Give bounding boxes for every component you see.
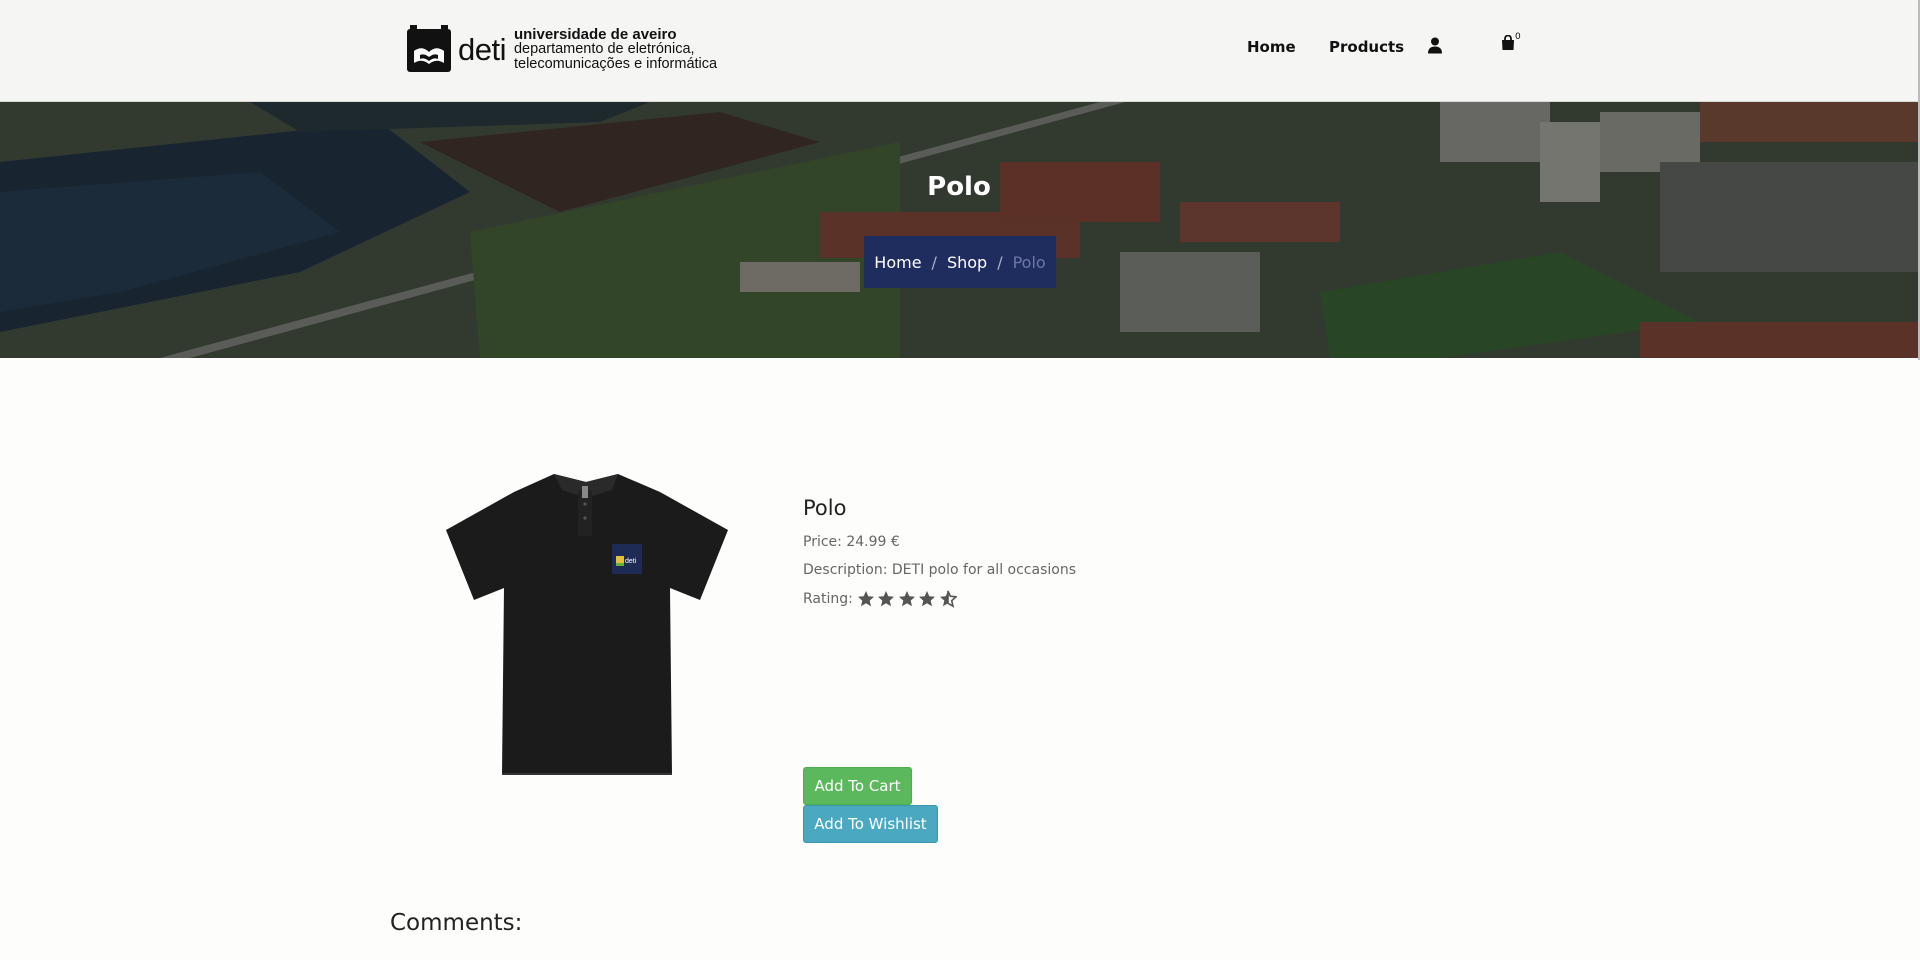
logo-line-1: universidade de aveiro (513, 25, 677, 43)
user-icon[interactable] (1428, 37, 1442, 58)
star-full-icon (857, 591, 874, 607)
description-value: DETI polo for all occasions (891, 562, 1076, 578)
add-to-wishlist-button[interactable]: Add To Wishlist (803, 805, 938, 843)
star-full-icon (919, 591, 936, 607)
add-to-cart-button[interactable]: Add To Cart (803, 767, 912, 805)
hero-banner: Polo Home / Shop / Polo (0, 102, 1918, 358)
page-title: Polo (927, 172, 991, 202)
site-header: deti universidade de aveiro departamento… (0, 0, 1918, 102)
campus-aerial-image (0, 102, 1918, 358)
breadcrumb-separator: / (997, 252, 1003, 272)
cart-count-badge: 0 (1515, 32, 1521, 42)
breadcrumb-home-link[interactable]: Home (874, 253, 921, 272)
rating-label: Rating: (803, 591, 853, 607)
breadcrumb-shop-link[interactable]: Shop (947, 253, 987, 272)
nav-products-link[interactable]: Products (1329, 38, 1404, 56)
nav-home-link[interactable]: Home (1247, 38, 1296, 56)
star-full-icon (878, 591, 895, 607)
product-name: Polo (803, 496, 847, 520)
star-half-icon (939, 590, 957, 608)
product-rating: Rating: (803, 590, 1076, 608)
price-value: 24.99 € (846, 534, 900, 550)
rating-stars (857, 590, 960, 608)
breadcrumb: Home / Shop / Polo (864, 236, 1056, 288)
breadcrumb-current: Polo (1012, 252, 1046, 272)
logo-line-2: departamento de eletrónica, (513, 40, 695, 57)
description-label: Description: (803, 562, 888, 578)
price-label: Price: (803, 534, 842, 550)
svg-text:deti: deti (625, 558, 637, 565)
product-price: Price: 24.99 € (803, 534, 1076, 550)
breadcrumb-separator: / (931, 252, 937, 272)
page: deti universidade de aveiro departamento… (0, 0, 1920, 960)
product-details: Polo Price: 24.99 € Description: DETI po… (803, 496, 1076, 620)
logo-line-3: telecomunicações e informática (513, 55, 718, 72)
product-description: Description: DETI polo for all occasions (803, 562, 1076, 578)
logo-department-text: universidade de aveiro departamento de e… (514, 27, 717, 72)
ua-logo-mark-icon (407, 25, 451, 72)
product-image: deti (446, 474, 728, 775)
star-full-icon (898, 591, 915, 607)
logo-brand-text: deti (458, 31, 506, 67)
comments-heading: Comments: (390, 910, 523, 936)
shopping-bag-icon[interactable] (1501, 34, 1515, 55)
deti-logo[interactable]: deti universidade de aveiro departamento… (406, 24, 717, 74)
